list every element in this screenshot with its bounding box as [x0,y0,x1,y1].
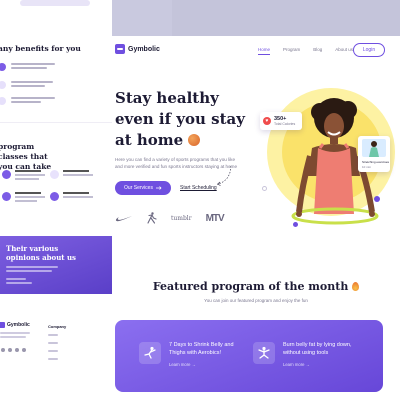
brand-logo[interactable]: Gymbolic [115,44,160,54]
class-icon [50,170,59,179]
social-icon[interactable] [22,348,26,352]
benefit-item [0,80,98,94]
landing-page: Gymbolic Home Program Blog About us Logi… [112,36,400,400]
class-icon [2,192,11,201]
heart-icon: ♥ [263,117,271,125]
dashed-arrow-icon [216,165,231,186]
basketball-icon [188,134,201,146]
our-services-button[interactable]: Our Services [115,181,171,195]
benefit-icon [0,97,6,105]
exercise-thumbnail [362,139,386,157]
benefit-item [0,96,98,110]
learn-more-label: Learn more [283,362,305,367]
featured-title: Featured program of the month [112,280,400,293]
class-icon [50,192,59,201]
partner-brands: tumblr MTV [115,212,225,224]
program-item[interactable]: Burn belly fat by lying down, without us… [253,342,363,367]
footer-link[interactable] [48,342,58,344]
exercise-card[interactable]: Stretching exercises 10 min [358,136,390,172]
logo-icon [0,322,5,328]
nav-link-home[interactable]: Home [258,47,271,55]
exercise-duration: 10 min [362,165,372,169]
decor-dot [374,196,380,202]
footer-link[interactable] [48,334,58,336]
hero-title: Stay healthy even if you stay at home [115,88,255,151]
social-icon[interactable] [15,348,19,352]
nav-link-blog[interactable]: Blog [313,47,322,52]
learn-more-label: Learn more [169,362,191,367]
featured-title-text: Featured program of the month [152,280,349,293]
class-icon [2,170,11,179]
left-preview-panel: any benefits for you program classes tha… [0,0,112,400]
footer-text [0,336,26,338]
featured-programs-card: 7 Days to Shrink Belly and Thighs with A… [115,320,383,392]
decor-dot [262,186,267,191]
testimonial-title: Their various opinions about us [6,244,76,262]
benefit-icon [0,63,6,71]
nike-logo-icon [115,215,132,221]
benefit-item [0,62,98,76]
nav-links: Home Program Blog About us [258,47,353,55]
footer-link[interactable] [48,358,58,360]
decor-dot [293,222,298,227]
tumblr-logo: tumblr [171,214,192,222]
start-scheduling-link[interactable]: Start Scheduling [180,185,217,191]
class-item[interactable] [2,170,46,180]
divider [0,122,112,123]
program-item[interactable]: 7 Days to Shrink Belly and Thighs with A… [139,342,249,367]
classes-title: program classes that you can take [0,142,52,171]
featured-subtitle: You can join our featured program and en… [204,298,308,303]
footer-column-title: Company [48,324,67,329]
calories-label: Total Calories [274,122,296,126]
aerobics-icon [139,342,161,364]
nav-link-about[interactable]: About us [335,47,353,52]
brand-name: Gymbolic [128,45,160,53]
class-item[interactable] [50,192,94,201]
login-button[interactable]: Login [353,43,385,57]
stretching-icon [253,342,275,364]
nav-link-program[interactable]: Program [283,47,300,52]
logo-icon [115,44,125,54]
testimonial-section: Their various opinions about us [0,236,112,294]
ghost-element [20,0,90,6]
benefits-title: any benefits for you [0,44,81,53]
benefit-icon [0,81,6,89]
jordan-logo-icon [147,212,157,224]
exercise-title: Stretching exercises [362,160,390,164]
footer-brand: Gymbolic [7,322,30,328]
social-icon[interactable] [1,348,5,352]
class-item[interactable] [2,192,46,202]
calories-badge: ♥ 350+ Total Calories [260,112,302,130]
footer-text [0,332,30,334]
social-icon[interactable] [8,348,12,352]
footer-link[interactable] [48,350,58,352]
footer-logo[interactable]: Gymbolic [0,322,30,328]
background-band-right [172,0,400,36]
hero-title-text: Stay healthy even if you stay at home [115,89,245,149]
program-title: Burn belly fat by lying down, without us… [283,342,352,356]
program-learn-more[interactable]: Learn more → [169,362,249,367]
program-title: 7 Days to Shrink Belly and Thighs with A… [169,342,234,356]
fire-icon [352,282,360,291]
our-services-label: Our Services [124,185,153,191]
arrow-right-icon [155,186,162,190]
mtv-logo: MTV [205,212,225,224]
class-item[interactable] [50,170,94,179]
top-nav: Gymbolic Home Program Blog About us Logi… [112,36,400,66]
program-learn-more[interactable]: Learn more → [283,362,363,367]
